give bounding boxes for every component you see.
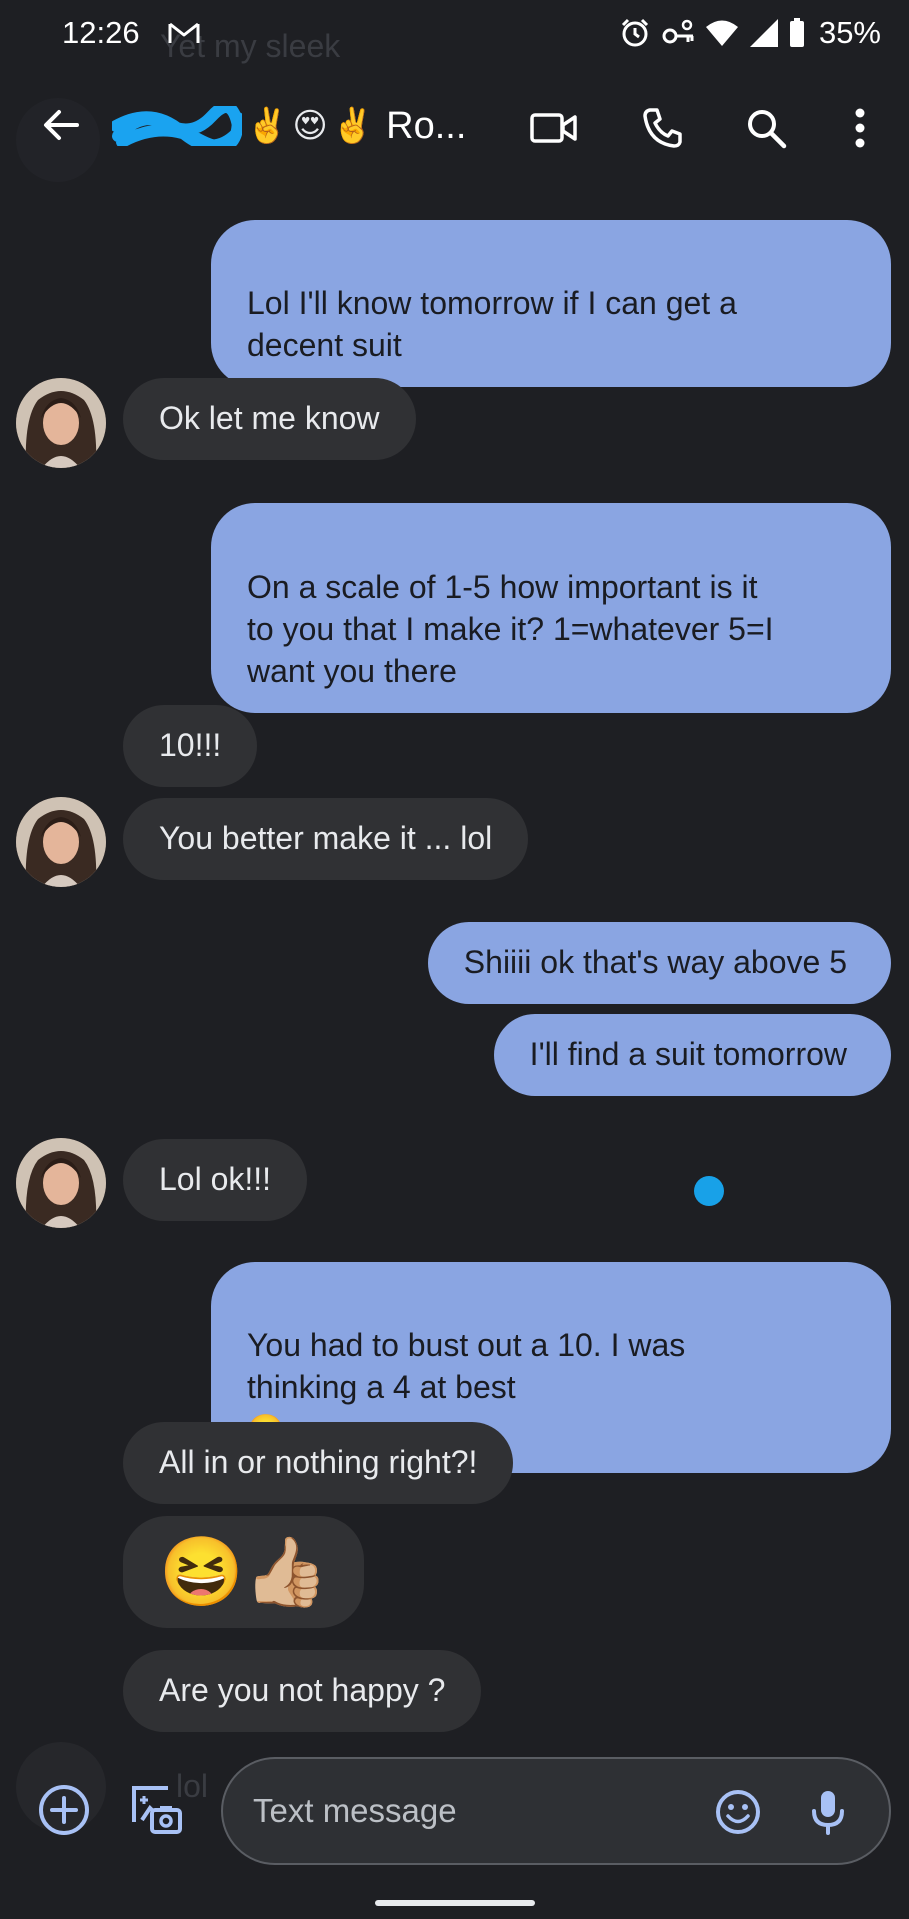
message-bubble-outgoing[interactable]: On a scale of 1-5 how important is it to… [211,503,891,713]
video-camera-icon [530,113,577,143]
battery-percent: 35% [818,15,881,50]
message-text: Shiiii ok that's way above 5 [463,944,847,980]
name-emoji-1: ✌️ [246,106,289,146]
add-attachment-button[interactable] [36,1782,92,1838]
video-call-button[interactable] [526,100,582,156]
contact-avatar[interactable] [16,378,106,468]
message-bubble-incoming[interactable]: Ok let me know [123,378,416,460]
signal-icon [749,19,778,47]
battery-icon [789,18,804,47]
conversation-app-bar: ✌️ 😍 ✌️ Ro... [0,80,909,182]
mic-icon [812,1791,844,1835]
message-bubble-outgoing[interactable]: Shiiii ok that's way above 5 [427,922,891,1004]
emoji-button[interactable] [713,1787,763,1837]
status-bar: 12:26 35% [0,0,909,66]
message-bubble-incoming[interactable]: You better make it ... lol [123,798,529,880]
name-emoji-3: ✌️ [331,106,375,146]
message-bubble-incoming[interactable]: 😆👍🏼 [123,1516,365,1628]
contact-avatar[interactable] [16,1138,106,1228]
status-time: 12:26 [62,15,140,50]
message-bubble-outgoing[interactable]: I'll find a suit tomorrow [493,1014,891,1096]
phone-icon [643,108,682,148]
message-emoji: 😆👍🏼 [159,1534,329,1610]
typing-indicator-dot [694,1176,724,1206]
alarm-icon [621,18,649,47]
search-icon [748,110,787,149]
message-bubble-incoming[interactable]: Lol ok!!! [123,1139,308,1221]
wifi-icon [705,20,738,46]
name-emoji-2: 😍 [292,106,328,146]
message-text: 10!!! [159,727,222,763]
back-arrow-icon [44,110,79,140]
contact-avatar[interactable] [16,797,106,887]
contact-name-text: Ro... [386,104,467,147]
message-text: All in or nothing right?! [159,1444,478,1480]
voice-input-button[interactable] [803,1787,853,1837]
gmail-icon [168,22,200,43]
message-text: Ok let me know [159,400,380,436]
contact-avatar-photo [16,378,106,468]
message-bubble-incoming[interactable]: 10!!! [123,705,258,787]
message-text: Lol I'll know tomorrow if I can get a de… [247,285,737,363]
message-text: Lol ok!!! [159,1161,272,1197]
contact-name[interactable]: ✌️ 😍 ✌️ Ro... [112,98,466,154]
gallery-button[interactable] [126,1782,186,1838]
message-bubble-incoming[interactable]: Are you not happy ? [123,1650,482,1732]
message-bubble-incoming[interactable]: All in or nothing right?! [123,1422,514,1504]
contact-avatar-photo [16,1138,106,1228]
more-vert-icon [855,108,865,148]
message-text: I'll find a suit tomorrow [529,1036,847,1072]
message-text: On a scale of 1-5 how important is it to… [247,569,774,689]
message-text: You better make it ... lol [159,820,493,856]
text-message-input[interactable] [253,1789,673,1833]
text-message-field[interactable] [221,1757,891,1865]
vpn-key-icon [662,19,694,44]
message-composer: lol [0,1742,909,1865]
emoji-icon [716,1790,760,1834]
message-text: Are you not happy ? [159,1672,446,1708]
message-text: You had to bust out a 10. I was thinking… [247,1327,686,1405]
back-button[interactable] [38,102,84,148]
search-button[interactable] [738,100,794,156]
add-icon [39,1785,89,1835]
call-button[interactable] [634,100,690,156]
redaction-scribble [112,106,242,146]
more-options-button[interactable] [832,100,888,156]
status-icons: 35% [619,15,881,51]
gallery-camera-icon [132,1786,182,1834]
message-bubble-outgoing[interactable]: Lol I'll know tomorrow if I can get a de… [211,220,891,387]
gesture-nav-handle[interactable] [375,1900,535,1906]
contact-avatar-photo [16,797,106,887]
